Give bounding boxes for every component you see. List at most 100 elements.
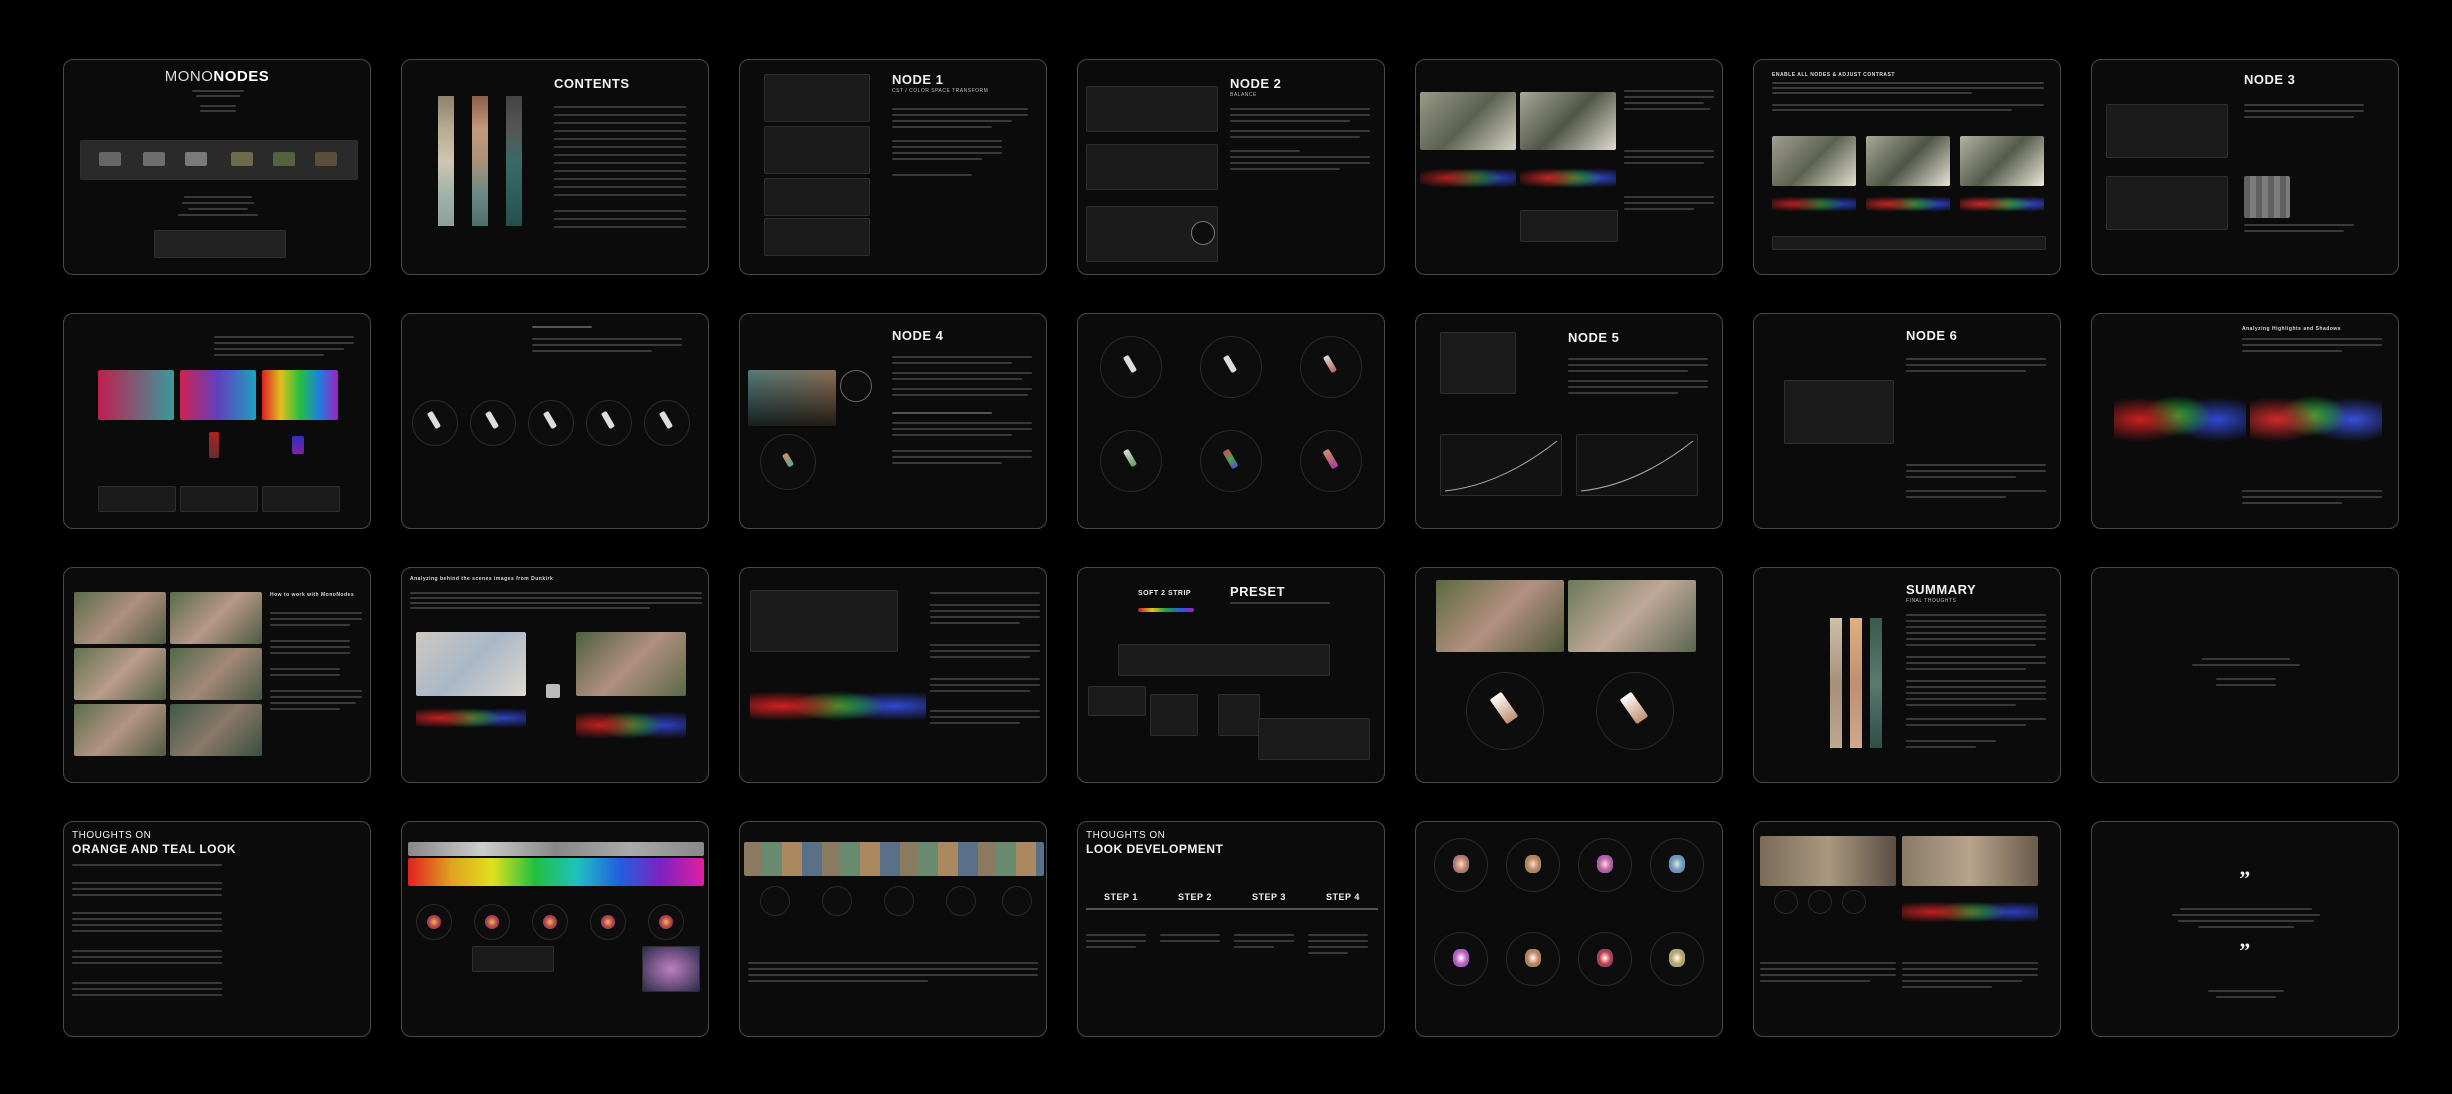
slide-gradients[interactable] xyxy=(63,313,371,529)
slide-film-strip[interactable] xyxy=(739,821,1047,1037)
quote-open-icon: ” xyxy=(2239,866,2251,891)
text-line xyxy=(270,624,350,626)
parade-scope xyxy=(2114,374,2246,450)
node-ui xyxy=(1520,210,1618,242)
slide-how-to-work[interactable]: How to work with MonoNodes xyxy=(63,567,371,783)
vectorscope-trace xyxy=(209,432,219,458)
vectorscope xyxy=(1774,890,1798,914)
text-line xyxy=(1230,150,1300,152)
vectorscope xyxy=(1300,430,1362,492)
text-line xyxy=(270,618,362,620)
text-line xyxy=(1230,162,1370,164)
info-panel xyxy=(154,230,286,258)
slide-node-4[interactable]: NODE 4 xyxy=(739,313,1047,529)
slide-enable-all-nodes[interactable]: ENABLE ALL NODES & ADJUST CONTRAST xyxy=(1753,59,2061,275)
step-label: STEP 3 xyxy=(1252,892,1286,902)
slide-preset[interactable]: SOFT 2 STRIP PRESET xyxy=(1077,567,1385,783)
text-line xyxy=(72,988,222,990)
vectorscope-trace xyxy=(484,410,500,430)
text-line xyxy=(72,894,222,896)
node-ui xyxy=(472,946,554,972)
slide-summary[interactable]: SUMMARY FINAL THOUGHTS xyxy=(1753,567,2061,783)
slide-vectorscopes-color[interactable] xyxy=(1415,821,1723,1037)
thoughts-title-a: THOUGHTS ON xyxy=(72,830,152,841)
bts-image xyxy=(416,632,526,696)
text-line xyxy=(72,982,222,984)
node-subtitle: BALANCE xyxy=(1230,92,1257,98)
text-line xyxy=(892,434,1012,436)
toc-line xyxy=(554,106,686,108)
vectorscope xyxy=(644,400,690,446)
portrait-image xyxy=(170,648,262,700)
logo-mono: MONO xyxy=(164,68,214,85)
text-line xyxy=(892,114,1028,116)
slide-vectorscopes-row[interactable] xyxy=(401,313,709,529)
curve-line xyxy=(1444,440,1558,492)
slide-node-6[interactable]: NODE 6 xyxy=(1753,313,2061,529)
text-line xyxy=(892,362,1012,364)
slide-spectrum-scopes[interactable] xyxy=(401,821,709,1037)
vectorscope-trace xyxy=(1322,448,1339,470)
text-line xyxy=(2244,110,2364,112)
slide-title[interactable]: MONONODES xyxy=(63,59,371,275)
slide-film-stills[interactable] xyxy=(1753,821,2061,1037)
slide-portrait-vectorscopes[interactable] xyxy=(1415,567,1723,783)
node-ui xyxy=(1784,380,1894,444)
vectorscope-trace xyxy=(600,410,616,430)
text-line xyxy=(270,690,362,692)
text-line xyxy=(1906,656,2046,658)
slide-contents[interactable]: CONTENTS xyxy=(401,59,709,275)
vectorscope-trace xyxy=(1597,855,1613,873)
text-line xyxy=(1760,962,1896,964)
slide-vectorscopes-grid[interactable] xyxy=(1077,313,1385,529)
text-line xyxy=(72,994,222,996)
text-line xyxy=(532,338,682,340)
slide-images-scopes[interactable] xyxy=(1415,59,1723,275)
text-line xyxy=(214,348,344,350)
portrait-image xyxy=(170,704,262,756)
node-title: NODE 5 xyxy=(1568,330,1620,345)
slide-look-development[interactable]: THOUGHTS ON LOOK DEVELOPMENT STEP 1 STEP… xyxy=(1077,821,1385,1037)
text-line xyxy=(72,950,222,952)
slide-node-2[interactable]: NODE 2 BALANCE xyxy=(1077,59,1385,275)
palette-strip xyxy=(1850,618,1862,748)
text-line xyxy=(410,592,702,594)
vectorscope xyxy=(1300,336,1362,398)
text-line xyxy=(2208,990,2284,992)
slide-quote[interactable]: ” ” xyxy=(2091,821,2399,1037)
slide-node-1[interactable]: NODE 1 CST / COLOR SPACE TRANSFORM xyxy=(739,59,1047,275)
portrait-image xyxy=(74,704,166,756)
slide-title-text: Analyzing behind the scenes images from … xyxy=(410,576,554,582)
settings-panel xyxy=(764,218,870,256)
slide-parade-wide[interactable] xyxy=(739,567,1047,783)
slide-node-5[interactable]: NODE 5 xyxy=(1415,313,1723,529)
step-divider xyxy=(1086,908,1378,910)
text-line xyxy=(930,678,1040,680)
slide-title-text: ENABLE ALL NODES & ADJUST CONTRAST xyxy=(1772,72,1895,78)
slide-dunkirk-analysis[interactable]: Analyzing behind the scenes images from … xyxy=(401,567,709,783)
text-line xyxy=(1906,698,2046,700)
text-line xyxy=(1902,974,2038,976)
text-line xyxy=(1624,108,1710,110)
summary-subtitle: FINAL THOUGHTS xyxy=(1906,598,1957,604)
slide-orange-teal[interactable]: THOUGHTS ON ORANGE AND TEAL LOOK xyxy=(63,821,371,1037)
text-line xyxy=(930,650,1040,652)
slide-highlights-shadows[interactable]: Analyzing Highlights and Shadows xyxy=(2091,313,2399,529)
vectorscope-trace xyxy=(659,915,673,929)
text-line xyxy=(200,110,236,112)
toc-line xyxy=(554,162,686,164)
text-line xyxy=(270,612,362,614)
slide-node-3[interactable]: NODE 3 xyxy=(2091,59,2399,275)
node-ui xyxy=(2106,176,2228,230)
slide-closing-text[interactable] xyxy=(2091,567,2399,783)
text-line xyxy=(930,644,1040,646)
vectorscope xyxy=(1506,932,1560,986)
text-line xyxy=(1902,986,1992,988)
text-line xyxy=(1624,102,1704,104)
text-line xyxy=(72,882,222,884)
node-graph xyxy=(80,140,358,180)
toc-line xyxy=(554,170,686,172)
text-line xyxy=(892,428,1032,430)
text-line xyxy=(1906,620,2046,622)
text-line xyxy=(270,652,350,654)
